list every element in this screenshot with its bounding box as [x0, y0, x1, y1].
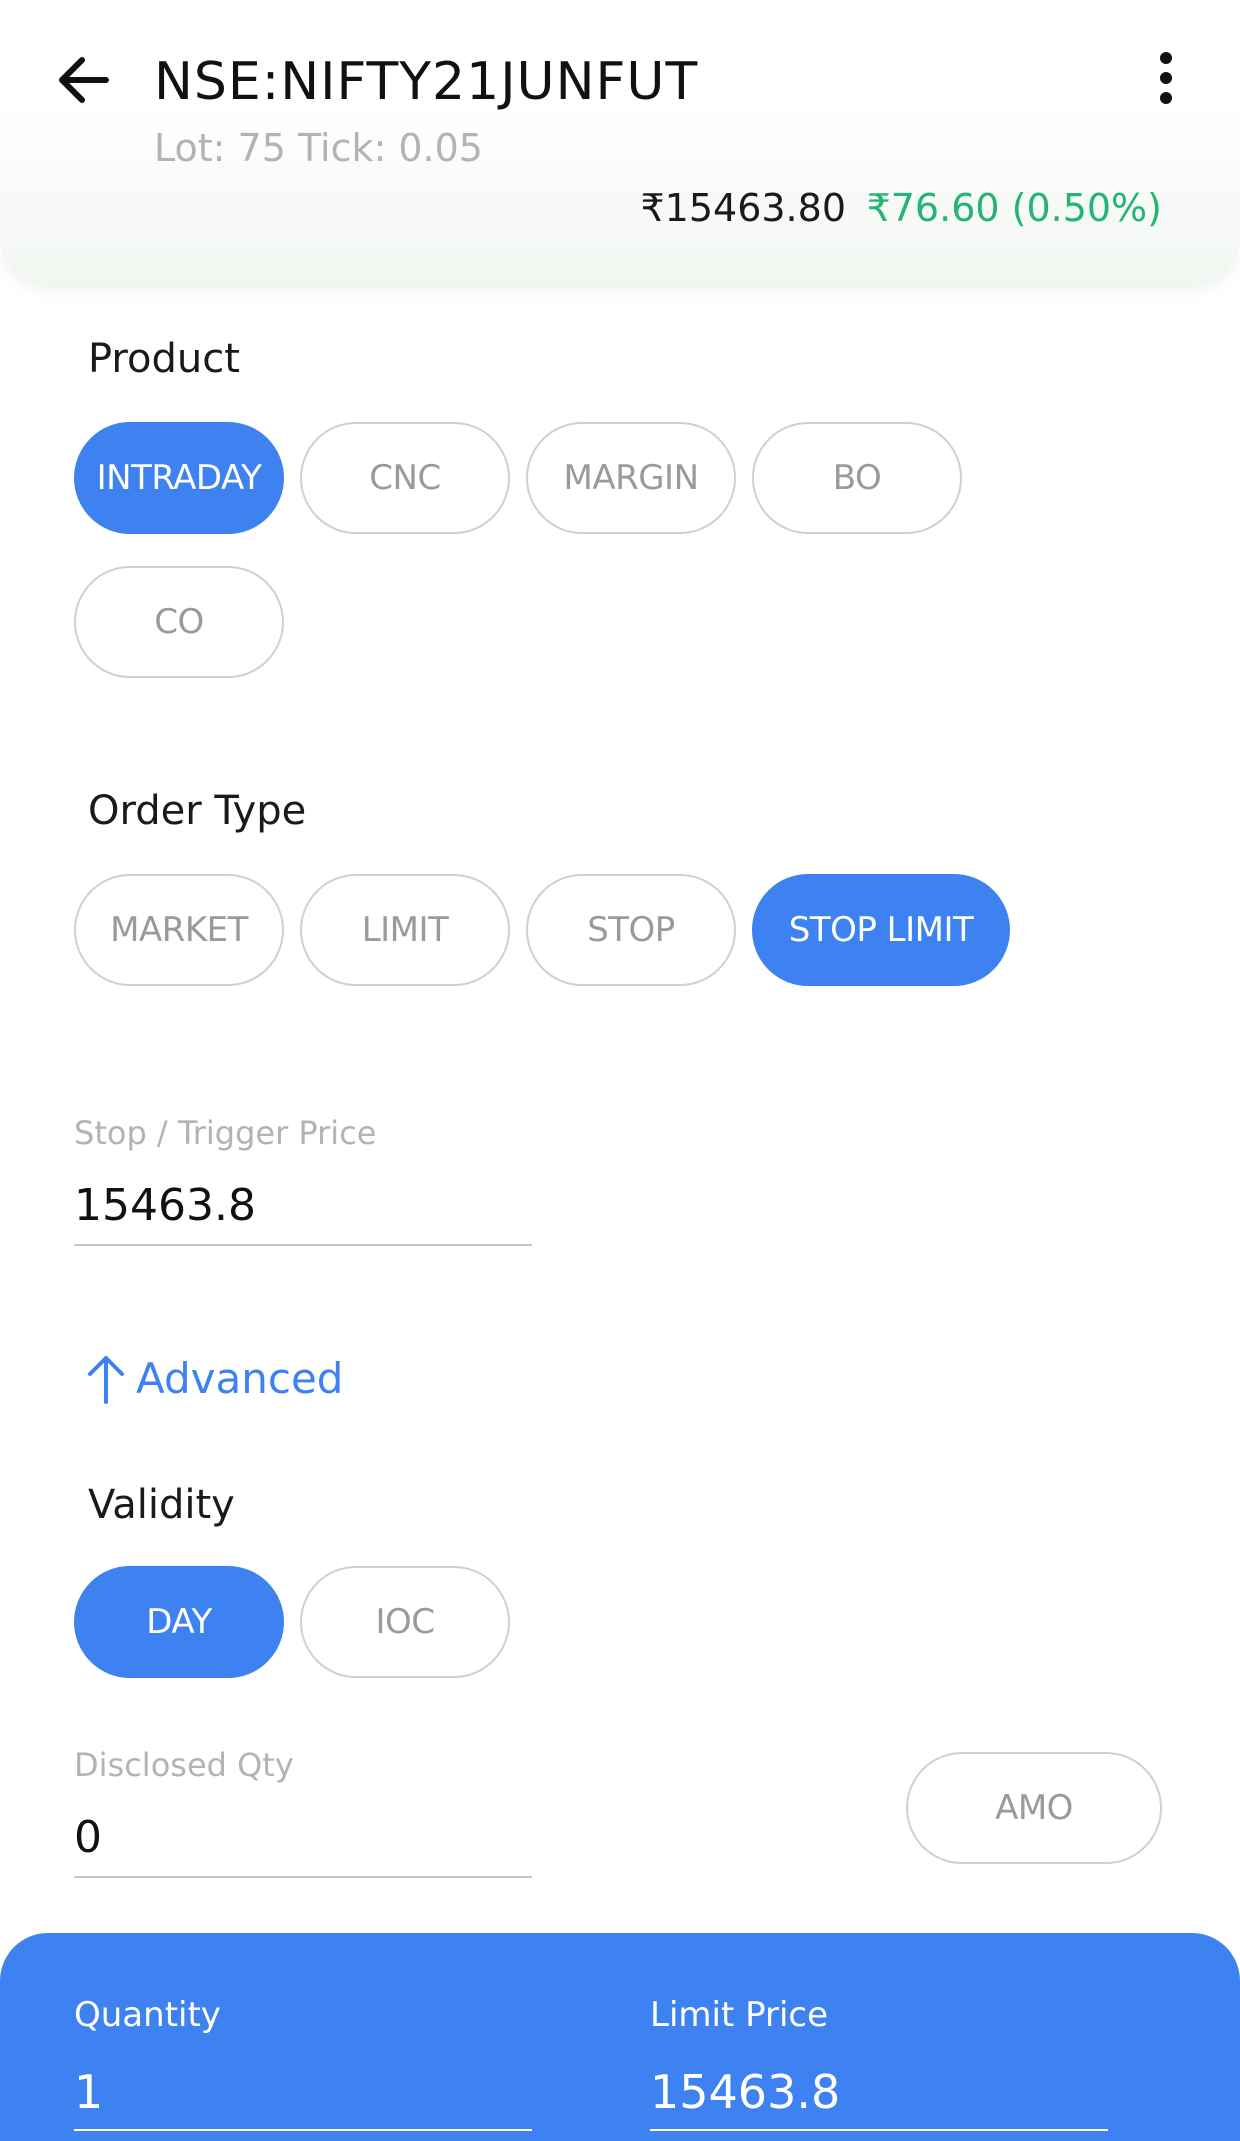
product-chip-margin[interactable]: MARGIN	[526, 422, 736, 534]
disclosed-qty-input[interactable]: 0	[74, 1812, 102, 1863]
last-traded-price: ₹15463.80	[640, 186, 847, 230]
validity-title: Validity	[88, 1482, 235, 1528]
product-chip-cnc[interactable]: CNC	[300, 422, 510, 534]
advanced-label: Advanced	[136, 1353, 344, 1403]
quantity-label: Quantity	[74, 1995, 221, 2035]
quantity-underline	[74, 2129, 532, 2131]
limit-price-input[interactable]: 15463.8	[650, 2065, 840, 2119]
more-vertical-icon[interactable]	[1150, 48, 1182, 112]
product-chip-co[interactable]: CO	[74, 566, 284, 678]
product-chip-bo[interactable]: BO	[752, 422, 962, 534]
limit-price-underline	[650, 2129, 1108, 2131]
order-entry-panel: Quantity 1 Limit Price 15463.8	[0, 1933, 1240, 2141]
product-title: Product	[88, 336, 240, 382]
order-type-chip-limit[interactable]: LIMIT	[300, 874, 510, 986]
trigger-price-underline	[74, 1244, 532, 1246]
limit-price-label: Limit Price	[650, 1995, 829, 2035]
order-type-title: Order Type	[88, 788, 307, 834]
disclosed-qty-label: Disclosed Qty	[74, 1746, 294, 1784]
quantity-input[interactable]: 1	[74, 2065, 103, 2119]
product-chip-intraday[interactable]: INTRADAY	[74, 422, 284, 534]
order-type-chip-market[interactable]: MARKET	[74, 874, 284, 986]
validity-chip-ioc[interactable]: IOC	[300, 1566, 510, 1678]
advanced-toggle[interactable]: Advanced	[84, 1352, 343, 1404]
trigger-price-input[interactable]: 15463.8	[74, 1180, 256, 1231]
trigger-price-label: Stop / Trigger Price	[74, 1114, 377, 1152]
order-type-chip-stop-limit[interactable]: STOP LIMIT	[752, 874, 1010, 986]
validity-chip-day[interactable]: DAY	[74, 1566, 284, 1678]
header-card: NSE:NIFTY21JUNFUT Lot: 75 Tick: 0.05 ₹15…	[0, 0, 1240, 288]
arrow-up-icon	[88, 1356, 124, 1404]
arrow-left-icon[interactable]	[52, 48, 116, 112]
lot-tick-info: Lot: 75 Tick: 0.05	[154, 126, 483, 170]
symbol-title: NSE:NIFTY21JUNFUT	[154, 52, 699, 112]
amo-button[interactable]: AMO	[906, 1752, 1162, 1864]
price-change: ₹76.60 (0.50%)	[866, 186, 1162, 230]
order-type-chip-stop[interactable]: STOP	[526, 874, 736, 986]
disclosed-qty-underline	[74, 1876, 532, 1878]
